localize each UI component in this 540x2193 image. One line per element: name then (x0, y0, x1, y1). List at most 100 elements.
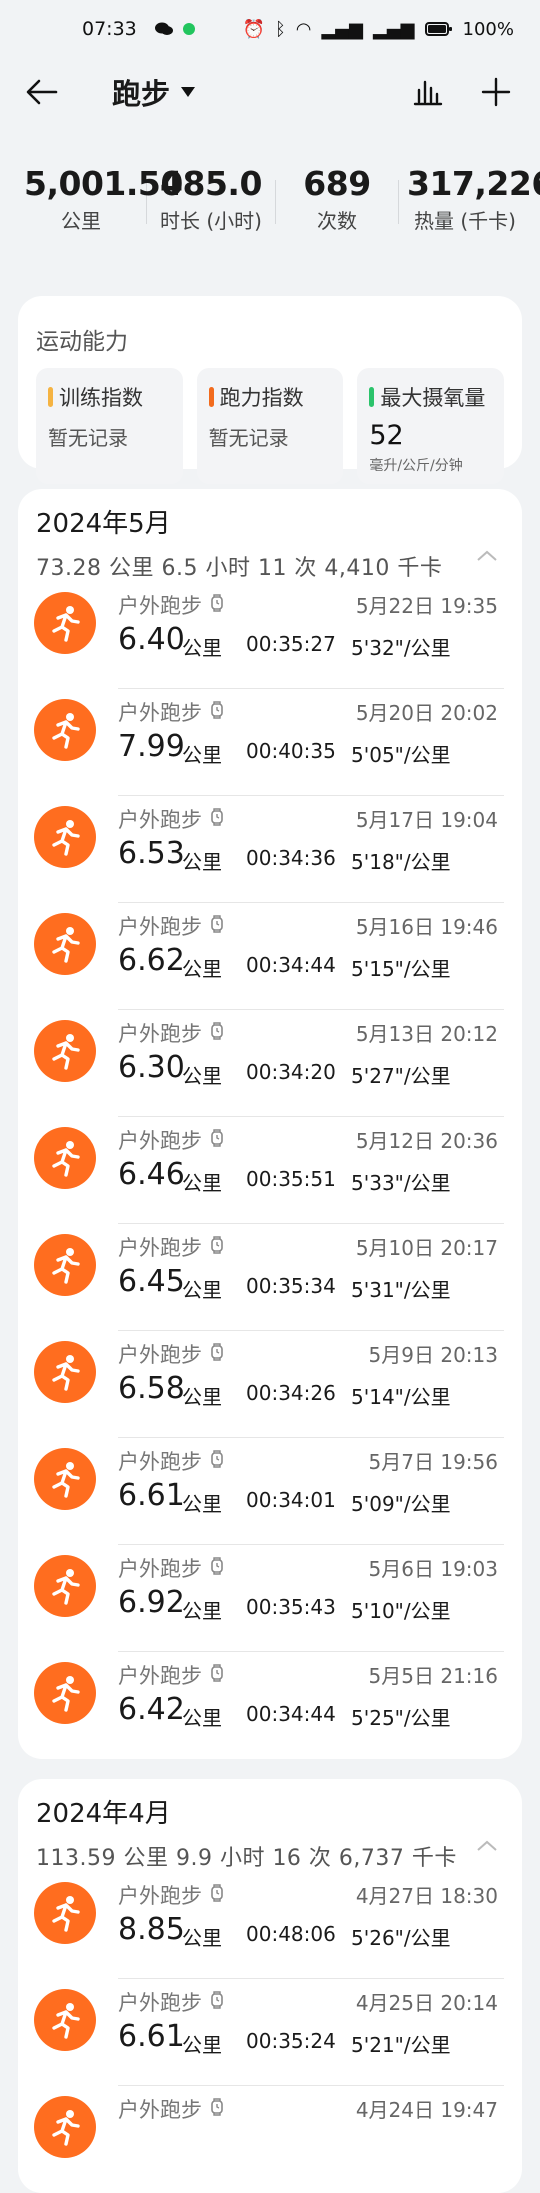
tile-sub: 暂无记录 (48, 426, 128, 450)
tile-title: 最大摄氧量 (380, 386, 486, 410)
run-pace: 5'21"/公里 (351, 2033, 451, 2057)
run-list-item[interactable]: 户外跑步 5月12日 20:36 6.46 公里 00:35:51 5'33"/公里 (18, 1117, 522, 1224)
run-date: 5月22日 19:35 (355, 594, 498, 618)
divider (275, 180, 276, 224)
run-type: 户外跑步 (118, 1557, 202, 1581)
stats-button[interactable] (408, 72, 448, 112)
run-duration: 00:35:51 (246, 1167, 336, 1191)
run-duration: 00:35:34 (246, 1274, 336, 1298)
ability-tile-training[interactable]: 训练指数 暂无记录 (36, 368, 183, 484)
status-time: 07:33 (82, 18, 137, 40)
run-type: 户外跑步 (118, 808, 202, 832)
ability-tiles: 训练指数 暂无记录 跑力指数 暂无记录 最大摄氧量 52 毫升/公斤/分钟 (36, 368, 505, 484)
run-list-item[interactable]: 户外跑步 5月5日 21:16 6.42 公里 00:34:44 5'25"/公里 (18, 1652, 522, 1759)
run-distance-unit: 公里 (182, 1385, 222, 1409)
run-date: 5月17日 19:04 (355, 808, 498, 832)
run-distance: 7.99 (118, 729, 185, 764)
run-date: 5月12日 20:36 (355, 1129, 498, 1153)
top-bar: 跑步 (0, 58, 540, 126)
running-icon (34, 1555, 96, 1617)
run-type: 户外跑步 (118, 1450, 202, 1474)
run-pace: 5'32"/公里 (351, 636, 451, 660)
run-pace: 5'05"/公里 (351, 743, 451, 767)
vo2max-color-bar (369, 387, 375, 407)
ability-card[interactable]: 运动能力 训练指数 暂无记录 跑力指数 暂无记录 最大摄氧量 52 毫升/公斤/… (18, 296, 522, 484)
add-button[interactable] (476, 72, 516, 112)
back-arrow-icon (26, 79, 58, 105)
month-summary: 113.59 公里 9.9 小时 16 次 6,737 千卡 (36, 1846, 457, 1871)
run-pace: 5'25"/公里 (351, 1706, 451, 1730)
running-icon (34, 1448, 96, 1510)
run-duration: 00:34:44 (246, 1702, 336, 1726)
run-duration: 00:34:26 (246, 1381, 336, 1405)
run-duration: 00:34:36 (246, 846, 336, 870)
ability-tile-vo2max[interactable]: 最大摄氧量 52 毫升/公斤/分钟 (357, 368, 505, 484)
run-list-item[interactable]: 户外跑步 4月25日 20:14 6.61 公里 00:35:24 5'21"/公里 (18, 1979, 522, 2086)
run-list-item[interactable]: 户外跑步 5月20日 20:02 7.99 公里 00:40:35 5'05"/公里 (18, 689, 522, 796)
run-list-item[interactable]: 户外跑步 5月13日 20:12 6.30 公里 00:34:20 5'27"/公里 (18, 1010, 522, 1117)
watch-icon (210, 700, 224, 724)
run-date: 5月6日 19:03 (368, 1557, 498, 1581)
run-list-item[interactable]: 户外跑步 5月17日 19:04 6.53 公里 00:34:36 5'18"/公里 (18, 796, 522, 903)
running-icon (34, 1020, 96, 1082)
run-type: 户外跑步 (118, 1664, 202, 1688)
run-list-item[interactable]: 户外跑步 5月16日 19:46 6.62 公里 00:34:44 5'15"/公里 (18, 903, 522, 1010)
run-distance-unit: 公里 (182, 1706, 222, 1730)
run-distance-unit: 公里 (182, 1492, 222, 1516)
divider (398, 180, 399, 224)
battery-icon (424, 22, 452, 36)
run-list-item[interactable]: 户外跑步 5月6日 19:03 6.92 公里 00:35:43 5'10"/公里 (18, 1545, 522, 1652)
month-header[interactable]: 2024年5月 73.28 公里 6.5 小时 11 次 4,410 千卡 (18, 503, 522, 582)
run-distance: 8.85 (118, 1912, 185, 1947)
run-list-item[interactable]: 户外跑步 4月27日 18:30 8.85 公里 00:48:06 5'26"/公里 (18, 1872, 522, 1979)
ability-tile-running[interactable]: 跑力指数 暂无记录 (196, 368, 344, 484)
run-distance: 6.61 (118, 2019, 185, 2054)
stat-distance: 5,001.50 公里 (24, 164, 183, 244)
page-title[interactable]: 跑步 (112, 71, 170, 113)
wifi-icon: ◠ (295, 18, 312, 40)
run-distance-unit: 公里 (182, 743, 222, 767)
run-distance-unit: 公里 (182, 1278, 222, 1302)
month-title: 2024年4月 (36, 1799, 171, 1829)
back-button[interactable] (24, 74, 60, 110)
watch-icon (210, 1556, 224, 1580)
run-duration: 00:48:06 (246, 1922, 336, 1946)
training-color-bar (48, 387, 53, 407)
run-date: 4月25日 20:14 (355, 1991, 498, 2015)
month-header[interactable]: 2024年4月 113.59 公里 9.9 小时 16 次 6,737 千卡 (18, 1793, 522, 1872)
run-distance-unit: 公里 (182, 2033, 222, 2057)
run-type: 户外跑步 (118, 1991, 202, 2015)
watch-icon (210, 2097, 224, 2121)
running-icon (34, 1882, 96, 1944)
run-list-item[interactable]: 户外跑步 5月9日 20:13 6.58 公里 00:34:26 5'14"/公里 (18, 1331, 522, 1438)
run-duration: 00:35:27 (246, 632, 336, 656)
watch-icon (210, 1449, 224, 1473)
run-pace: 5'09"/公里 (351, 1492, 451, 1516)
run-distance-unit: 公里 (182, 636, 222, 660)
run-date: 5月7日 19:56 (368, 1450, 498, 1474)
run-date: 5月16日 19:46 (355, 915, 498, 939)
running-icon (34, 806, 96, 868)
run-duration: 00:35:43 (246, 1595, 336, 1619)
bar-chart-icon (413, 80, 443, 106)
run-distance-unit: 公里 (182, 957, 222, 981)
status-app-icons (154, 22, 195, 36)
running-icon (34, 1341, 96, 1403)
run-list-item[interactable]: 户外跑步 5月10日 20:17 6.45 公里 00:35:34 5'31"/公里 (18, 1224, 522, 1331)
run-distance: 6.42 (118, 1692, 185, 1727)
collapse-chevron-icon[interactable] (476, 1837, 498, 1856)
running-icon (34, 2096, 96, 2158)
running-icon (34, 592, 96, 654)
month-summary: 73.28 公里 6.5 小时 11 次 4,410 千卡 (36, 556, 443, 581)
run-type: 户外跑步 (118, 1236, 202, 1260)
run-list-item[interactable]: 户外跑步 4月24日 19:47 (18, 2086, 522, 2193)
run-list-item[interactable]: 户外跑步 5月22日 19:35 6.40 公里 00:35:27 5'32"/公里 (18, 582, 522, 689)
month-list: 2024年5月 73.28 公里 6.5 小时 11 次 4,410 千卡户外跑步… (0, 489, 540, 2193)
collapse-chevron-icon[interactable] (476, 547, 498, 566)
watch-icon (210, 1663, 224, 1687)
stat-calories: 317,226 热量 (千卡) (407, 164, 540, 244)
run-pace: 5'31"/公里 (351, 1278, 451, 1302)
run-distance: 6.45 (118, 1264, 185, 1299)
title-dropdown-icon[interactable] (180, 83, 196, 102)
run-list-item[interactable]: 户外跑步 5月7日 19:56 6.61 公里 00:34:01 5'09"/公里 (18, 1438, 522, 1545)
